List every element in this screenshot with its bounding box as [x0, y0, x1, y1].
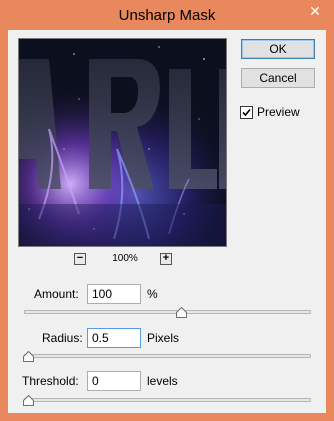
preview-label: Preview	[257, 105, 300, 119]
amount-label: Amount:	[34, 287, 79, 301]
threshold-input[interactable]	[87, 371, 141, 391]
amount-slider-track[interactable]	[24, 310, 311, 314]
preview-artwork	[19, 39, 226, 246]
zoom-in-button[interactable]: +	[160, 253, 172, 265]
amount-slider-thumb[interactable]	[175, 307, 187, 318]
zoom-out-button[interactable]: −	[74, 253, 86, 265]
threshold-slider-track[interactable]	[24, 398, 311, 402]
dialog-title: Unsharp Mask	[118, 7, 216, 24]
amount-unit: %	[147, 287, 158, 301]
threshold-slider-thumb[interactable]	[23, 395, 34, 406]
radius-slider-track[interactable]	[24, 354, 311, 358]
cancel-button[interactable]: Cancel	[241, 68, 315, 88]
radius-label: Radius:	[42, 331, 83, 345]
zoom-controls: − 100% +	[74, 253, 174, 267]
checkmark-icon	[242, 108, 251, 117]
threshold-unit: levels	[147, 374, 178, 388]
dialog-body: OK Cancel Preview − 100% + Amount: % Rad…	[8, 30, 326, 413]
radius-slider-thumb[interactable]	[23, 351, 34, 362]
preview-image[interactable]	[18, 38, 227, 247]
preview-checkbox[interactable]	[240, 106, 253, 119]
radius-unit: Pixels	[147, 331, 180, 345]
radius-input[interactable]	[87, 328, 141, 348]
unsharp-mask-dialog: Unsharp Mask ✕ OK Cancel Preview − 100% …	[0, 0, 334, 421]
title-bar: Unsharp Mask ✕	[0, 0, 334, 30]
amount-input[interactable]	[87, 284, 141, 304]
zoom-level: 100%	[112, 253, 138, 264]
threshold-label: Threshold:	[22, 374, 79, 388]
close-icon[interactable]: ✕	[306, 2, 324, 20]
ok-button[interactable]: OK	[241, 39, 315, 59]
